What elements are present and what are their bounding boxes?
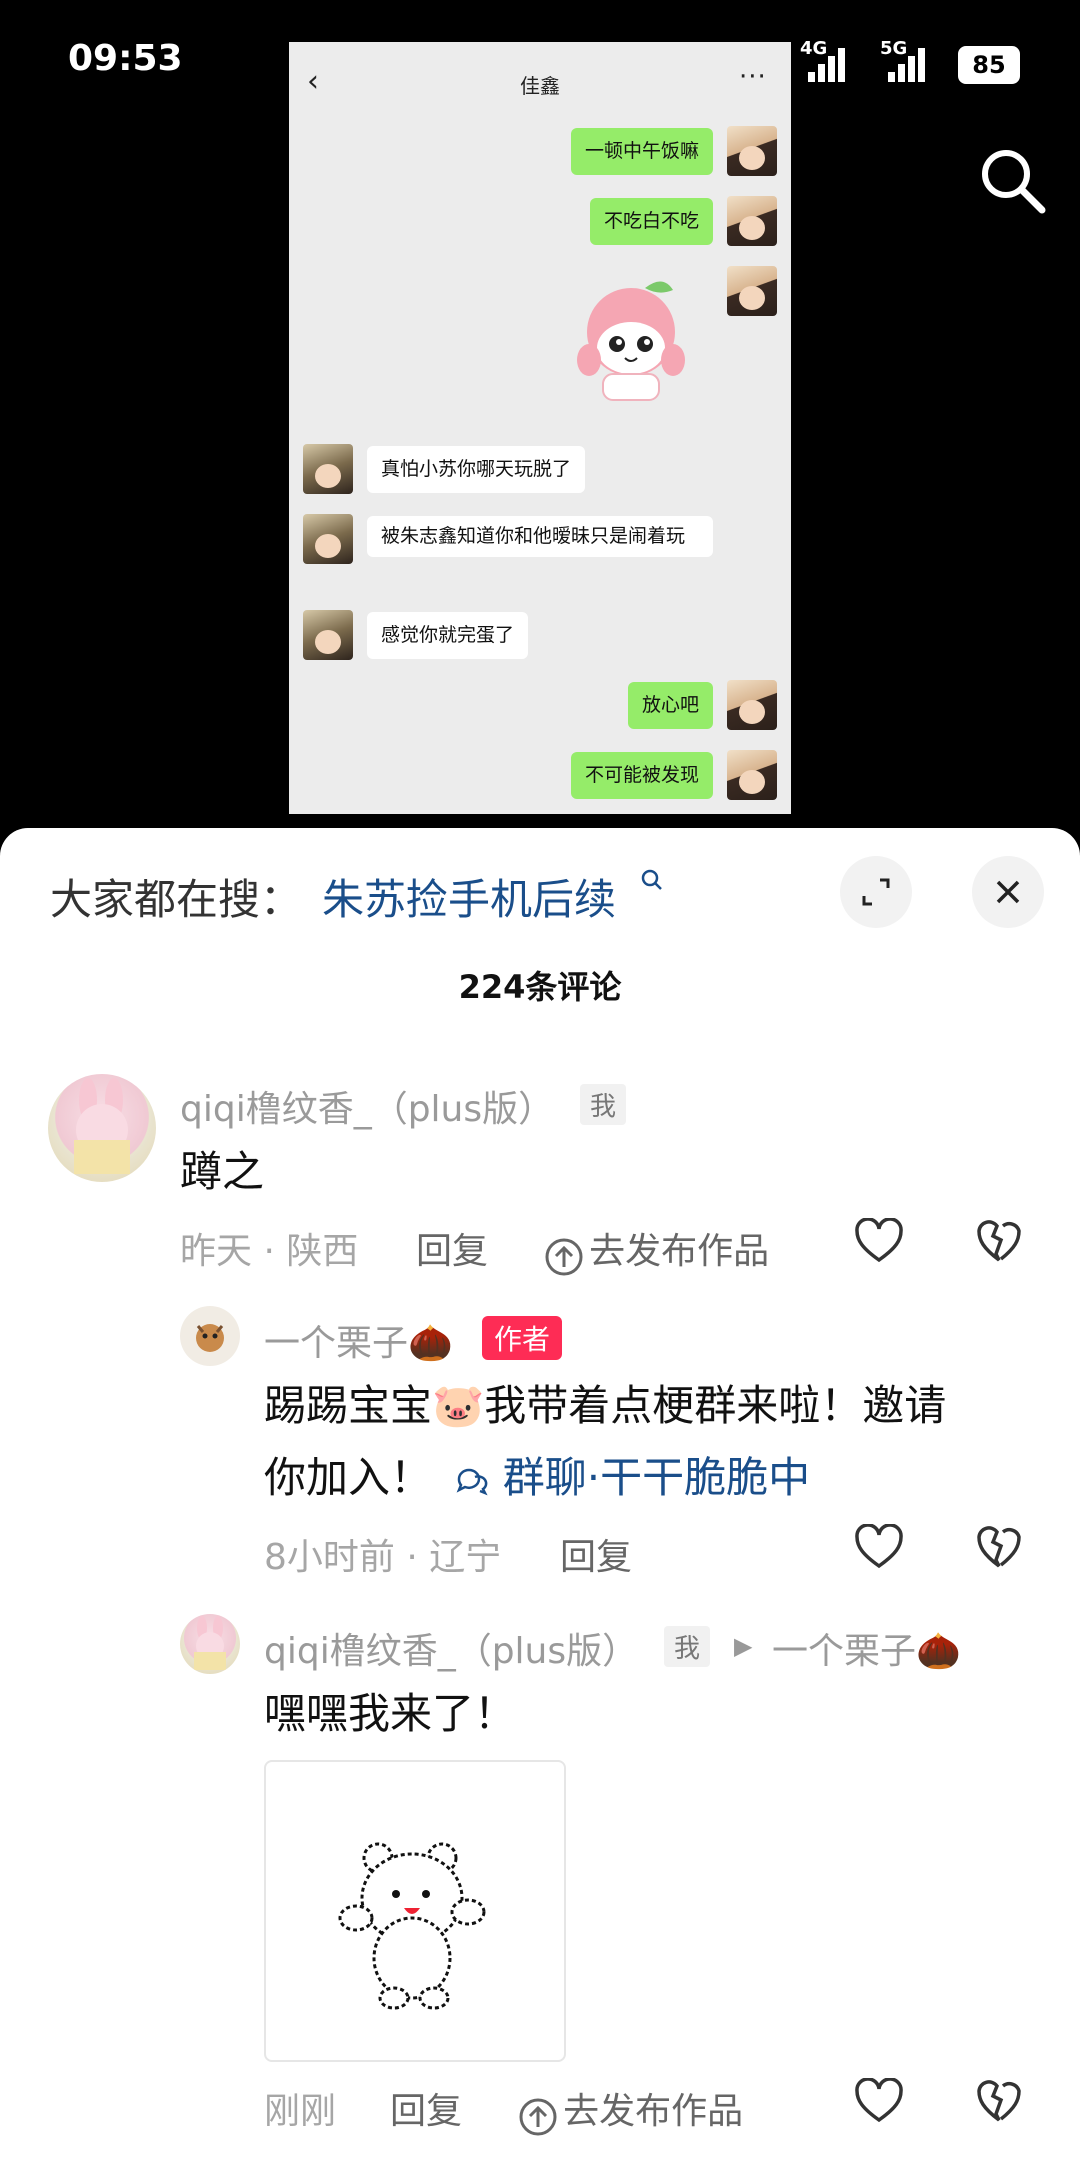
avatar[interactable] (180, 1306, 240, 1366)
chat-bubble: 一顿中午饭嘛 (570, 128, 713, 175)
comment-meta: 昨天 · 陕西 (180, 1231, 359, 1272)
video-content[interactable]: ‹ 佳鑫 ··· 一顿中午饭嘛 不吃白不吃 真怕小苏你哪天玩脱了 被朱志鑫知道你… (289, 42, 791, 814)
comment-text-part: 你加入！ (264, 1453, 433, 1502)
search-suggestion-prefix: 大家都在搜： (50, 875, 303, 924)
chat-message (289, 266, 791, 466)
chat-avatar (303, 610, 353, 660)
chat-bubble: 不吃白不吃 (589, 198, 713, 245)
comment-username[interactable]: qiqi橹纹香_（plus版） (180, 1080, 554, 1132)
tag-me: 我 (580, 1084, 627, 1125)
publish-label: 去发布作品 (563, 2091, 744, 2132)
chat-avatar (727, 126, 777, 176)
group-chat-link[interactable]: 群聊·干干脆脆中 (453, 1453, 810, 1502)
publish-button[interactable]: 去发布作品 (544, 1222, 769, 1281)
comment-username[interactable]: qiqi橹纹香_（plus版） (264, 1622, 638, 1674)
chat-avatar (727, 266, 777, 316)
chat-avatar (303, 444, 353, 494)
avatar[interactable] (180, 1614, 240, 1674)
status-time: 09:53 (68, 38, 183, 79)
chat-title: 佳鑫 (520, 74, 560, 98)
publish-label: 去发布作品 (589, 1231, 770, 1272)
comment-meta: 刚刚 (264, 2091, 337, 2132)
chat-avatar (727, 196, 777, 246)
chat-avatar (727, 750, 777, 800)
more-icon: ··· (739, 62, 767, 92)
signal-icon-1 (808, 48, 848, 82)
like-icon[interactable] (854, 1217, 904, 1268)
search-suggestion-link[interactable]: 朱苏捡手机后续 (322, 866, 616, 927)
chat-message: 不可能被发现 (289, 750, 791, 806)
close-button[interactable] (972, 856, 1044, 928)
publish-button[interactable]: 去发布作品 (518, 2082, 743, 2141)
chat-bubble: 不可能被发现 (570, 752, 713, 799)
expand-button[interactable] (840, 856, 912, 928)
reply-to-username[interactable]: 一个栗子🌰 (772, 1622, 961, 1674)
dislike-icon[interactable] (976, 2078, 1022, 2128)
reply-button[interactable]: 回复 (560, 1528, 632, 1580)
upload-icon (518, 2097, 558, 2141)
avatar[interactable] (48, 1074, 156, 1182)
chat-message: 一顿中午饭嘛 (289, 126, 791, 182)
comment-text: 蹲之 (180, 1147, 265, 1196)
chat-avatar (303, 514, 353, 564)
tag-me: 我 (664, 1626, 711, 1667)
peach-sticker-icon (567, 274, 697, 418)
chat-bubble: 感觉你就完蛋了 (367, 612, 529, 659)
reply-button[interactable]: 回复 (390, 2082, 462, 2134)
chat-bubble: 真怕小苏你哪天玩脱了 (367, 446, 586, 493)
search-suggestion-icon[interactable] (640, 868, 664, 899)
chat-bubble: 放心吧 (627, 682, 713, 729)
comment-count: 224条评论 (458, 968, 622, 1006)
like-icon[interactable] (854, 2077, 904, 2128)
group-chat-label: 群聊·干干脆脆中 (502, 1453, 811, 1502)
reply-button[interactable]: 回复 (416, 1222, 488, 1274)
author-badge: 作者 (482, 1316, 563, 1360)
chat-message: 被朱志鑫知道你和他暧昧只是闹着玩 (289, 514, 791, 594)
chat-message: 放心吧 (289, 680, 791, 736)
chat-message: 不吃白不吃 (289, 196, 791, 252)
signal-icon-2 (888, 48, 928, 82)
battery-indicator: 85 (958, 46, 1020, 84)
reply-arrow-icon: ▶ (734, 1632, 753, 1660)
comment-username[interactable]: 一个栗子🌰 (264, 1314, 453, 1366)
chat-message: 真怕小苏你哪天玩脱了 (289, 444, 791, 500)
chat-header: ‹ 佳鑫 ··· (289, 42, 791, 122)
comment-text: 嘿嘿我来了！ (264, 1689, 517, 1738)
comment-text: 踢踢宝宝🐷我带着点梗群来啦！邀请 你加入！ 群聊·干干脆脆中 (264, 1370, 1024, 1514)
comment-meta: 8小时前 · 辽宁 (264, 1537, 502, 1578)
chat-avatar (727, 680, 777, 730)
comment-image[interactable] (264, 1760, 566, 2062)
upload-icon (544, 1237, 584, 1281)
comment-text-part: 踢踢宝宝🐷我带着点梗群来啦！邀请 (264, 1381, 947, 1430)
chat-bubble: 被朱志鑫知道你和他暧昧只是闹着玩 (367, 516, 713, 557)
bear-sticker-icon (338, 1842, 486, 2010)
dislike-icon[interactable] (976, 1218, 1022, 1268)
like-icon[interactable] (854, 1523, 904, 1574)
chat-message: 感觉你就完蛋了 (289, 610, 791, 666)
search-icon[interactable] (978, 146, 1048, 220)
dislike-icon[interactable] (976, 1524, 1022, 1574)
